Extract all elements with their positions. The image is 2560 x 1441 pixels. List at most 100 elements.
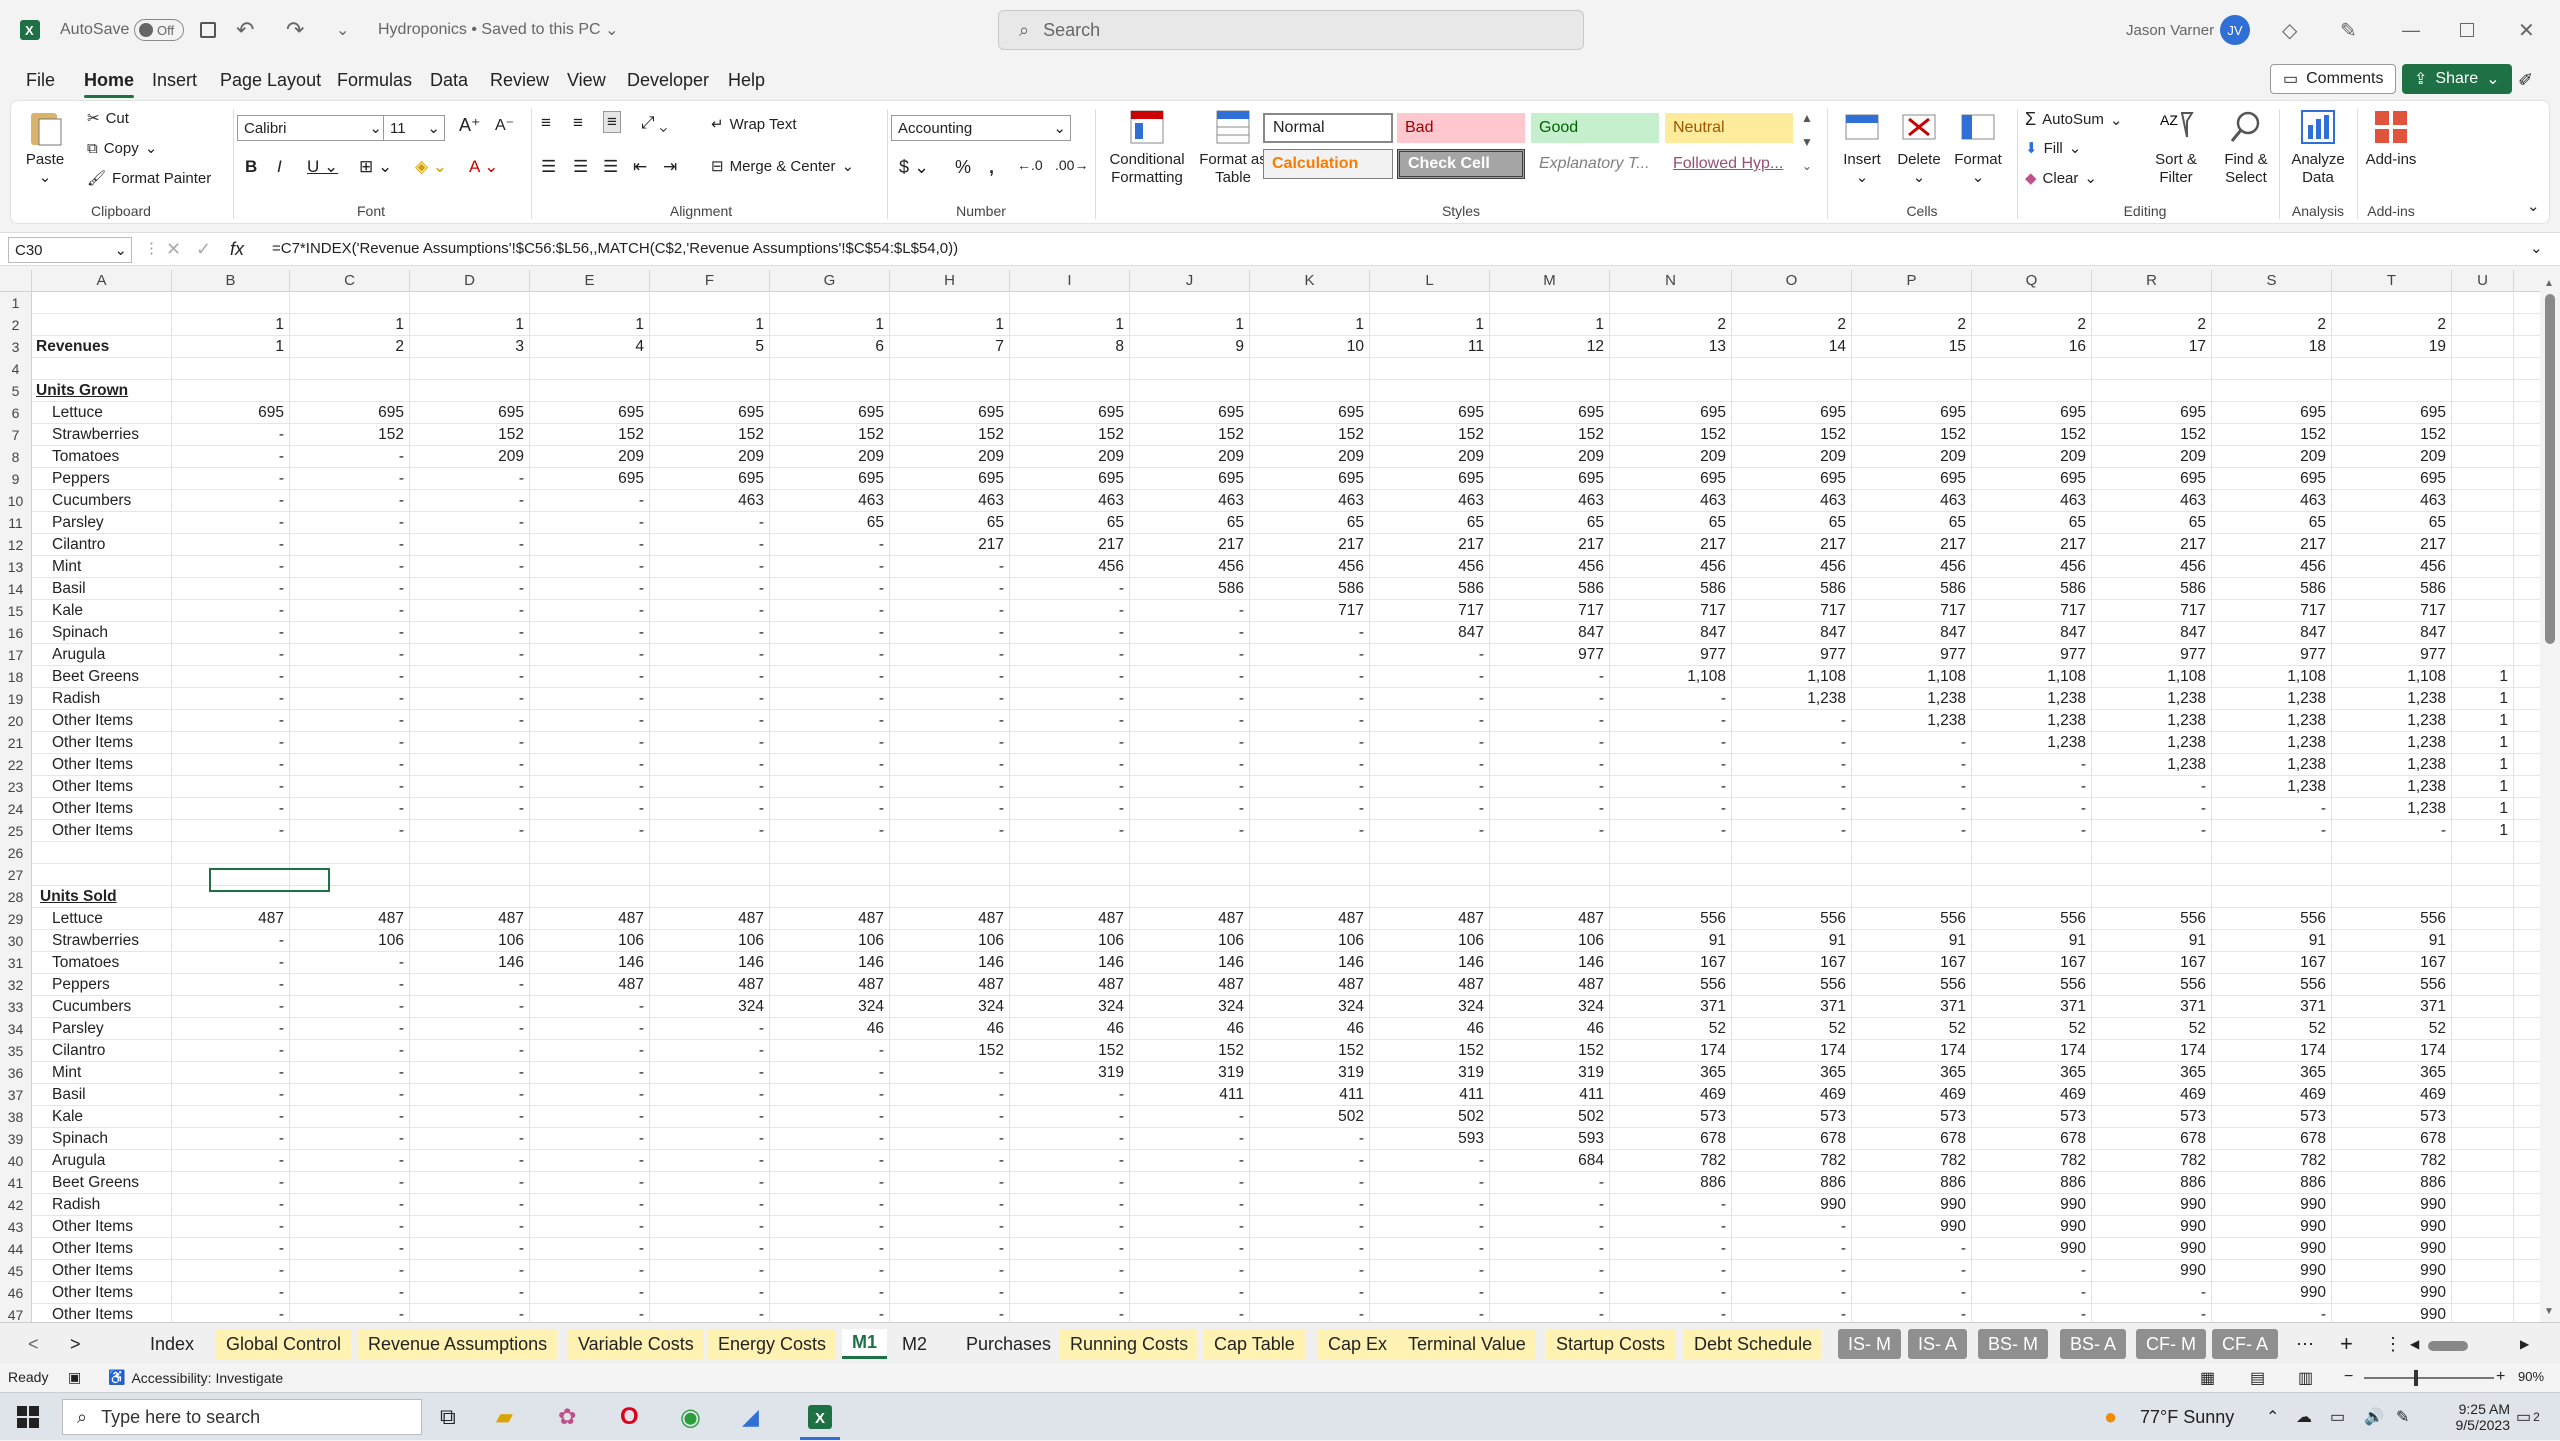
cell[interactable]: 487 (770, 974, 890, 996)
cell[interactable]: - (890, 1172, 1010, 1194)
cell[interactable]: 556 (1852, 974, 1972, 996)
row-header[interactable]: 46 (0, 1282, 32, 1304)
row-label[interactable]: Arugula (52, 1150, 105, 1172)
cell[interactable]: 1 (2452, 732, 2514, 754)
customize-qat-icon[interactable]: ⌄ (336, 0, 349, 60)
cell[interactable]: 146 (1490, 952, 1610, 974)
new-sheet-icon[interactable]: + (2330, 1329, 2363, 1359)
cell[interactable]: 365 (1732, 1062, 1852, 1084)
cell[interactable]: 990 (1972, 1216, 2092, 1238)
cell[interactable]: - (290, 952, 410, 974)
row-label[interactable]: Spinach (52, 622, 108, 644)
column-header-B[interactable]: B (172, 270, 290, 292)
cell[interactable]: - (1010, 1216, 1130, 1238)
cell[interactable]: - (1490, 1260, 1610, 1282)
cell[interactable]: - (1370, 1260, 1490, 1282)
cell[interactable]: - (890, 1238, 1010, 1260)
cell[interactable]: - (650, 512, 770, 534)
cell[interactable]: - (1010, 1172, 1130, 1194)
cell[interactable]: - (1130, 1194, 1250, 1216)
cell[interactable]: - (1370, 1194, 1490, 1216)
cell[interactable]: 371 (2332, 996, 2452, 1018)
cell[interactable]: 91 (2092, 930, 2212, 952)
share-button[interactable]: ⇪ Share ⌄ (2402, 64, 2512, 94)
cell[interactable]: - (1010, 1238, 1130, 1260)
cell[interactable]: - (290, 1150, 410, 1172)
wrap-text-button[interactable]: ↵ Wrap Text (711, 115, 797, 134)
cell[interactable]: 556 (1852, 908, 1972, 930)
cell[interactable]: - (890, 1216, 1010, 1238)
column-header-A[interactable]: A (32, 270, 172, 292)
zoom-level[interactable]: 90% (2518, 1369, 2544, 1384)
cell[interactable]: 1,238 (1972, 710, 2092, 732)
cell[interactable]: - (1370, 820, 1490, 842)
enter-icon[interactable]: ✓ (196, 239, 211, 260)
cell[interactable]: 106 (1250, 930, 1370, 952)
cell[interactable]: - (1010, 1304, 1130, 1322)
cell[interactable]: - (290, 1128, 410, 1150)
cell[interactable]: 324 (890, 996, 1010, 1018)
row-label[interactable]: Kale (52, 600, 83, 622)
cell[interactable]: - (1490, 1194, 1610, 1216)
cell[interactable]: - (650, 622, 770, 644)
row-header[interactable]: 33 (0, 996, 32, 1018)
cell[interactable]: - (1852, 776, 1972, 798)
cell[interactable]: - (1010, 578, 1130, 600)
cell[interactable]: 573 (2332, 1106, 2452, 1128)
row-label[interactable]: Other Items (52, 1216, 133, 1238)
cell[interactable]: - (1370, 776, 1490, 798)
onedrive-icon[interactable]: ☁ (2296, 1393, 2312, 1441)
cell[interactable]: 556 (1972, 974, 2092, 996)
cell[interactable]: - (530, 666, 650, 688)
cell[interactable]: 371 (1972, 996, 2092, 1018)
cell[interactable]: - (530, 996, 650, 1018)
cell[interactable]: - (530, 578, 650, 600)
cell[interactable]: - (770, 1260, 890, 1282)
page-break-view-icon[interactable]: ▥ (2298, 1368, 2313, 1388)
cell[interactable]: - (410, 1260, 530, 1282)
row-header[interactable]: 26 (0, 842, 32, 864)
cell[interactable]: 456 (2092, 556, 2212, 578)
row-header[interactable]: 11 (0, 512, 32, 534)
cell[interactable]: - (410, 1172, 530, 1194)
cell[interactable]: - (172, 1194, 290, 1216)
cell[interactable]: - (650, 732, 770, 754)
sheet-tab[interactable]: Revenue Assumptions (358, 1329, 558, 1359)
cell[interactable]: 1,108 (1972, 666, 2092, 688)
cell[interactable]: 847 (1852, 622, 1972, 644)
cell[interactable]: - (650, 578, 770, 600)
cell[interactable]: 678 (1852, 1128, 1972, 1150)
row-label[interactable]: Lettuce (52, 402, 103, 424)
cell[interactable]: 371 (2212, 996, 2332, 1018)
cell[interactable]: - (1370, 1216, 1490, 1238)
cell[interactable]: 990 (2212, 1194, 2332, 1216)
cell[interactable]: 2 (290, 336, 410, 358)
cell[interactable]: 152 (410, 424, 530, 446)
cell[interactable]: - (1250, 688, 1370, 710)
cell[interactable]: 167 (1972, 952, 2092, 974)
cell[interactable]: 556 (1610, 908, 1732, 930)
cell[interactable]: 463 (890, 490, 1010, 512)
cell[interactable]: 678 (1972, 1128, 2092, 1150)
cell[interactable]: - (530, 688, 650, 710)
cell[interactable]: 717 (1972, 600, 2092, 622)
insert-function-icon[interactable]: fx (230, 239, 244, 260)
sheet-tab[interactable]: Index (140, 1329, 204, 1359)
cell[interactable]: - (1130, 732, 1250, 754)
cell[interactable]: 847 (1732, 622, 1852, 644)
cell[interactable]: 152 (1732, 424, 1852, 446)
row-label[interactable]: Tomatoes (52, 446, 119, 468)
cell[interactable]: 209 (650, 446, 770, 468)
cell[interactable]: - (410, 622, 530, 644)
cell[interactable]: 152 (530, 424, 650, 446)
cell[interactable]: 1,238 (1972, 688, 2092, 710)
cell[interactable]: 167 (2212, 952, 2332, 974)
hscroll-right-icon[interactable]: ▶ (2510, 1329, 2539, 1359)
cell[interactable]: 106 (1130, 930, 1250, 952)
cell[interactable]: - (650, 1194, 770, 1216)
cell[interactable]: 456 (1732, 556, 1852, 578)
cell[interactable]: - (1732, 754, 1852, 776)
cell[interactable]: - (1972, 776, 2092, 798)
cell[interactable]: - (290, 1260, 410, 1282)
cell[interactable]: 174 (1732, 1040, 1852, 1062)
